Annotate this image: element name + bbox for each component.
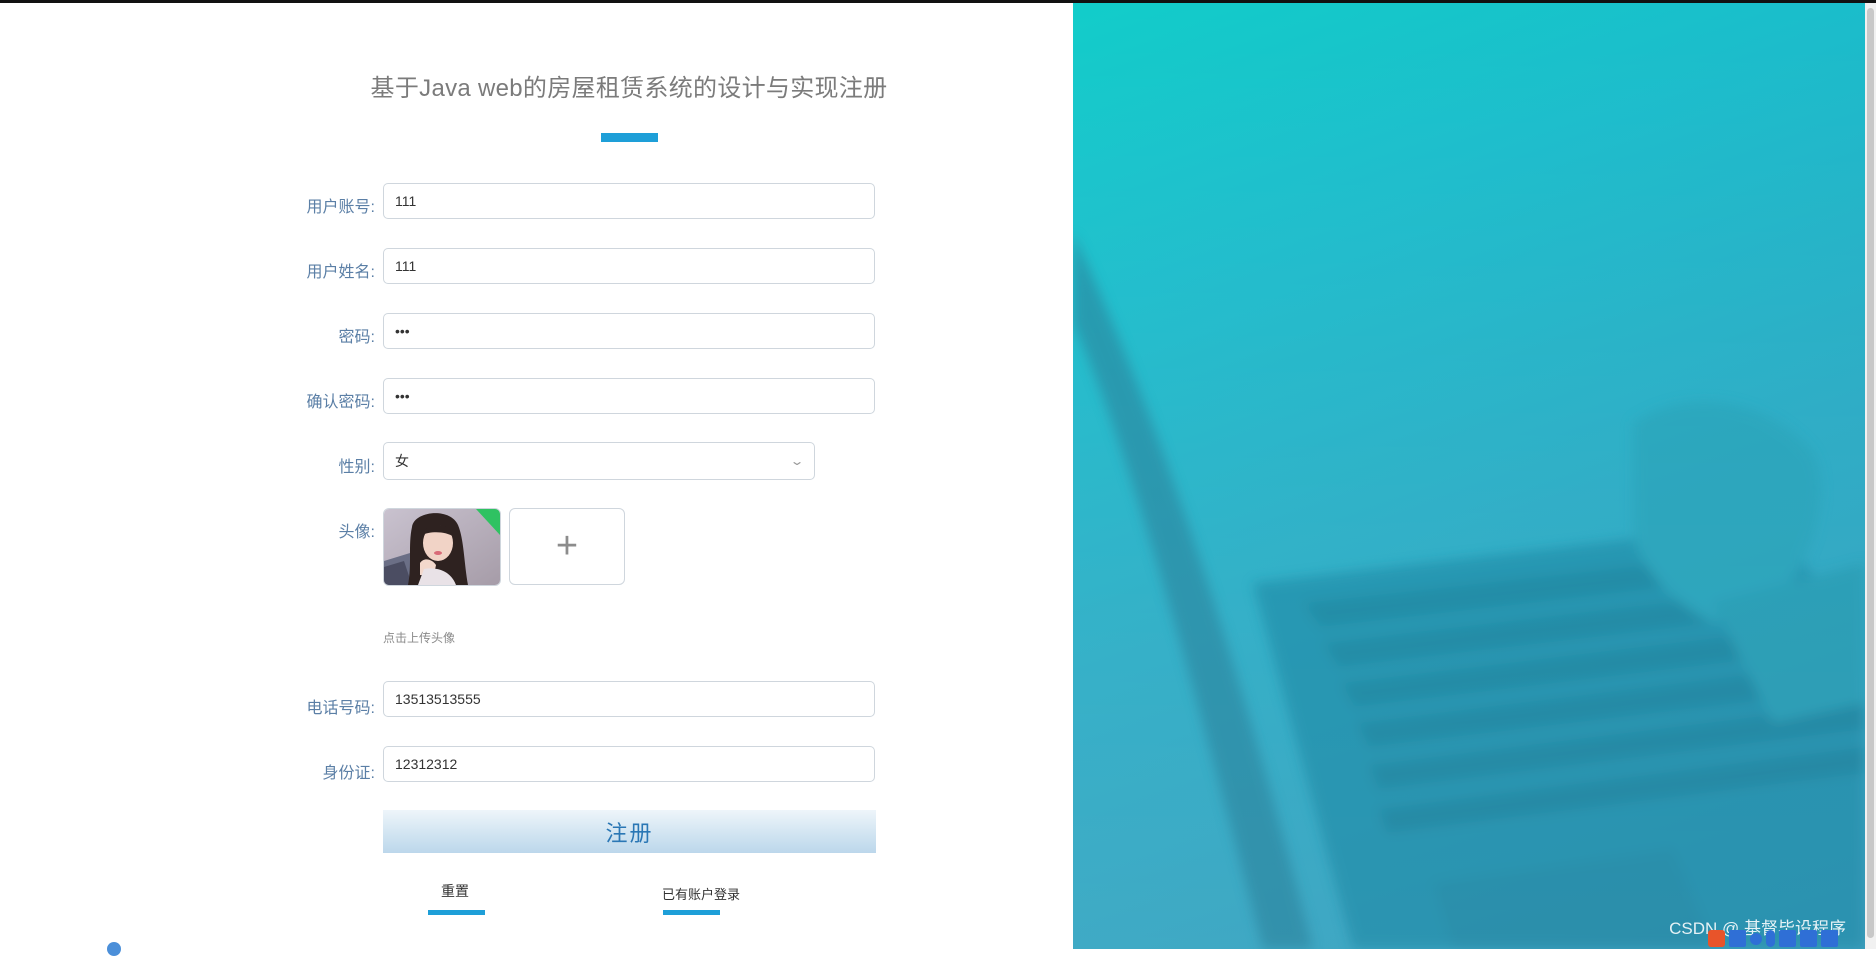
reset-underline xyxy=(428,910,485,915)
avatar-label: 头像: xyxy=(338,524,375,541)
password-label: 密码: xyxy=(338,329,375,346)
phone-input[interactable] xyxy=(383,681,875,717)
shirt-icon[interactable] xyxy=(1800,930,1817,947)
avatar-thumbnail[interactable] xyxy=(383,508,501,586)
fullname-input[interactable] xyxy=(383,248,875,284)
login-link[interactable]: 已有账户登录 xyxy=(662,884,740,903)
fullname-label: 用户姓名: xyxy=(306,264,375,281)
floating-dot-icon[interactable] xyxy=(107,942,121,956)
chevron-down-icon: ⌄ xyxy=(789,454,805,468)
username-input[interactable] xyxy=(383,183,875,219)
title-accent-bar xyxy=(601,133,658,142)
laptop-illustration-icon xyxy=(1073,3,1865,949)
reset-button[interactable]: 重置 xyxy=(441,881,469,901)
plus-icon: + xyxy=(555,525,579,567)
confirm-password-input[interactable] xyxy=(383,378,875,414)
confirm-password-label: 确认密码: xyxy=(306,394,375,411)
id-card-label: 身份证: xyxy=(322,765,375,782)
login-link-underline xyxy=(663,910,720,915)
ime-punctuation-icon[interactable] xyxy=(1750,932,1762,945)
page-title: 基于Java web的房屋租赁系统的设计与实现注册 xyxy=(370,75,888,102)
password-input[interactable] xyxy=(383,313,875,349)
gender-label: 性别: xyxy=(338,459,375,476)
avatar-upload-tip: 点击上传头像 xyxy=(383,631,456,645)
ime-chinese-icon[interactable] xyxy=(1729,930,1746,947)
grid-icon[interactable] xyxy=(1821,930,1838,947)
id-card-input[interactable] xyxy=(383,746,875,782)
keyboard-icon[interactable] xyxy=(1779,930,1796,947)
username-label: 用户账号: xyxy=(306,199,375,216)
system-tray xyxy=(1708,928,1838,949)
phone-label: 电话号码: xyxy=(306,700,375,717)
ime-s-icon[interactable] xyxy=(1708,930,1725,947)
avatar-photo-icon xyxy=(384,509,500,585)
register-button[interactable]: 注册 xyxy=(383,810,876,853)
scrollbar-thumb[interactable] xyxy=(1867,8,1874,938)
gender-select[interactable]: 女 ⌄ xyxy=(383,442,815,480)
avatar-upload-button[interactable]: + xyxy=(509,508,625,585)
microphone-icon[interactable] xyxy=(1766,930,1775,947)
gender-selected-value: 女 xyxy=(395,453,409,469)
background-image-panel xyxy=(1073,3,1865,949)
